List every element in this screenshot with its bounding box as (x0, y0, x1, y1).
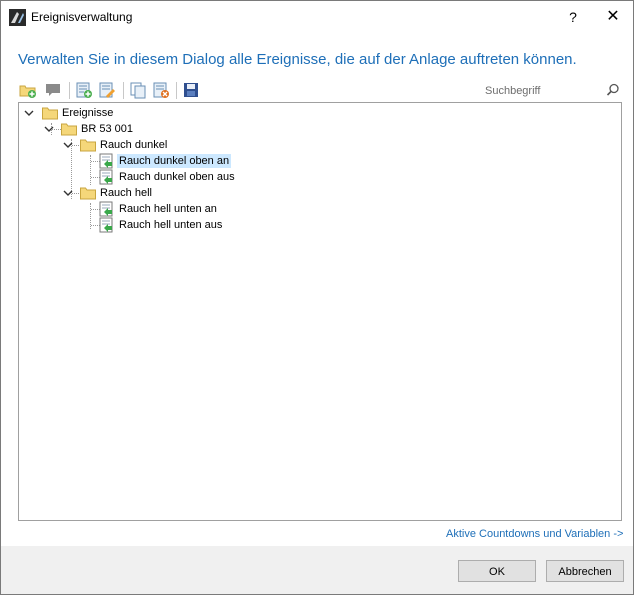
tree-node-label: Rauch dunkel oben an (117, 154, 232, 168)
event-icon (99, 201, 113, 217)
countdowns-variables-link[interactable]: Aktive Countdowns und Variablen -> (446, 528, 623, 540)
save-icon[interactable] (182, 81, 200, 99)
app-icon (9, 9, 26, 26)
delete-icon[interactable] (152, 81, 170, 99)
title-bar[interactable]: Ereignisverwaltung ? ✕ (1, 1, 633, 33)
folder-icon (42, 107, 58, 120)
event-icon (99, 169, 113, 185)
tree-connector (90, 155, 91, 185)
tree-node-label: BR 53 001 (81, 123, 133, 135)
tree-node-label: Rauch dunkel oben aus (119, 171, 235, 183)
tree-node-label: Rauch hell (100, 187, 152, 199)
event-icon (99, 153, 113, 169)
window-title: Ereignisverwaltung (31, 10, 133, 24)
close-button[interactable]: ✕ (599, 6, 627, 28)
event-icon (99, 217, 113, 233)
cancel-button[interactable]: Abbrechen (546, 560, 624, 582)
ok-button[interactable]: OK (458, 560, 536, 582)
search-icon[interactable] (606, 83, 620, 97)
button-bar: OK Abbrechen (1, 546, 633, 594)
add-folder-icon[interactable] (19, 81, 37, 99)
folder-icon (80, 139, 96, 152)
add-event-icon[interactable] (75, 81, 93, 99)
copy-icon[interactable] (129, 81, 147, 99)
tree-node-label: Rauch hell unten aus (119, 219, 223, 231)
toolbar-separator (123, 82, 124, 99)
dialog-window: Ereignisverwaltung ? ✕ Verwalten Sie in … (0, 0, 634, 595)
chevron-down-icon[interactable] (63, 188, 73, 198)
tree-node-label: Ereignisse (62, 107, 114, 119)
help-button[interactable]: ? (561, 6, 585, 28)
folder-icon (61, 123, 77, 136)
event-tree[interactable]: Ereignisse BR 53 001 Rauch dunkel Rauch (18, 102, 622, 521)
toolbar-separator (176, 82, 177, 99)
dialog-heading: Verwalten Sie in diesem Dialog alle Erei… (18, 51, 577, 68)
chevron-down-icon[interactable] (24, 108, 34, 118)
chevron-down-icon[interactable] (44, 124, 54, 134)
search-input[interactable] (485, 83, 603, 99)
chevron-down-icon[interactable] (63, 140, 73, 150)
folder-icon (80, 187, 96, 200)
tree-node-label: Rauch hell unten an (119, 203, 217, 215)
comment-icon[interactable] (44, 81, 62, 99)
tree-node-label: Rauch dunkel (100, 139, 168, 151)
edit-event-icon[interactable] (98, 81, 116, 99)
toolbar-separator (69, 82, 70, 99)
